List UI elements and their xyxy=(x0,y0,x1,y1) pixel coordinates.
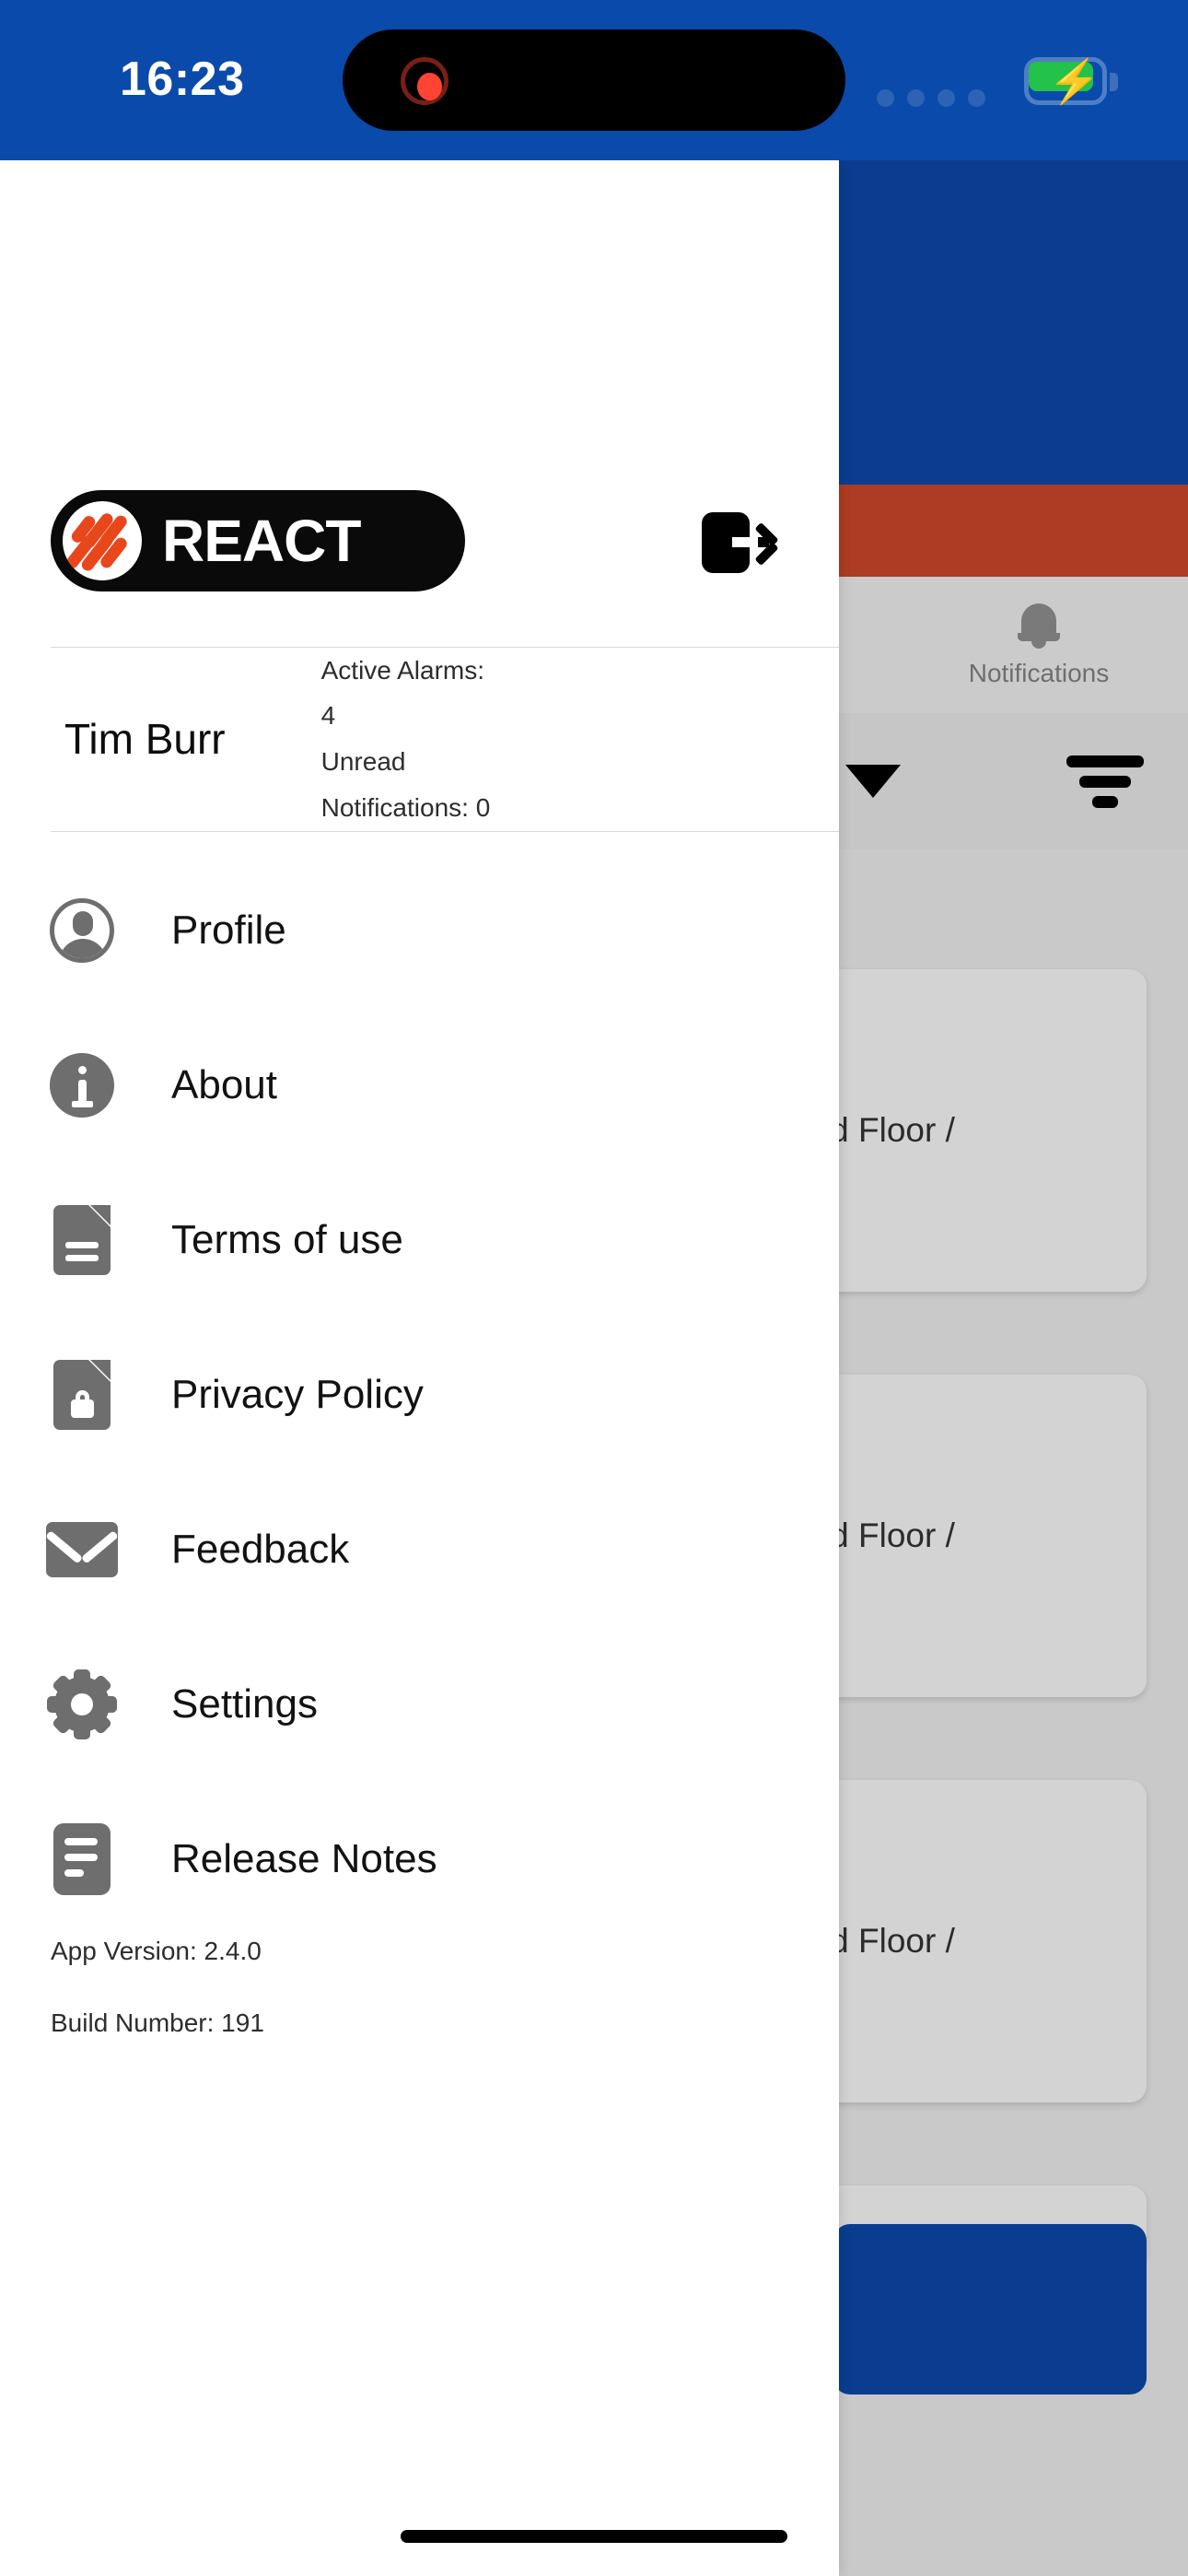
bell-icon xyxy=(1018,602,1060,650)
user-stats: Active Alarms: 4 Unread Notifications: 0 xyxy=(321,648,491,830)
status-bar-time: 16:23 xyxy=(120,53,245,106)
menu-item-label: Terms of use xyxy=(171,1217,403,1262)
filter-icon[interactable] xyxy=(1066,755,1144,808)
unread-label: Unread xyxy=(320,747,406,776)
accent-card[interactable] xyxy=(833,2224,1147,2395)
menu-item-feedback[interactable]: Feedback xyxy=(0,1472,839,1627)
divider xyxy=(51,831,839,832)
build-number-text: Build Number: 191 xyxy=(51,2008,264,2037)
menu-item-profile[interactable]: Profile xyxy=(0,853,839,1008)
logout-button[interactable] xyxy=(702,512,779,573)
notes-icon xyxy=(53,1823,111,1895)
active-alarms-label: Active Alarms: xyxy=(320,655,485,685)
menu-item-label: Settings xyxy=(171,1681,318,1727)
tab-notifications-label: Notifications xyxy=(968,659,1110,687)
version-info: App Version: 2.4.0 Build Number: 191 xyxy=(51,1937,264,2080)
signal-dots-icon xyxy=(877,89,985,107)
react-logo: REACT xyxy=(51,490,465,591)
navigation-drawer: REACT Tim Burr Active Alarms: 4 Unread N… xyxy=(0,160,839,2576)
dynamic-island xyxy=(343,29,845,131)
chevron-down-icon[interactable] xyxy=(845,765,901,798)
menu-item-label: Profile xyxy=(171,907,286,953)
drawer-menu: Profile About Terms of use Privacy Polic… xyxy=(0,853,839,1937)
tab-notifications[interactable]: Notifications xyxy=(901,602,1177,688)
app-version-text: App Version: 2.4.0 xyxy=(51,1937,262,1965)
menu-item-about[interactable]: About xyxy=(0,1008,839,1163)
menu-item-release-notes[interactable]: Release Notes xyxy=(0,1782,839,1937)
react-logo-mark-icon xyxy=(63,501,142,580)
menu-item-label: Privacy Policy xyxy=(171,1372,424,1417)
menu-item-settings[interactable]: Settings xyxy=(0,1627,839,1782)
user-name: Tim Burr xyxy=(64,715,226,763)
menu-item-privacy-policy[interactable]: Privacy Policy xyxy=(0,1317,839,1472)
info-circle-icon xyxy=(50,1053,114,1118)
active-alarms-count: 4 xyxy=(320,701,336,731)
status-bar: 16:23 ⚡ xyxy=(0,0,1188,160)
gear-icon xyxy=(47,1669,117,1739)
user-info-row: Tim Burr Active Alarms: 4 Unread Notific… xyxy=(0,647,839,831)
document-lock-icon xyxy=(53,1360,111,1430)
react-logo-wordmark: REACT xyxy=(162,508,361,574)
battery-charging-icon: ⚡ xyxy=(1024,57,1118,105)
person-circle-icon xyxy=(50,898,114,963)
home-indicator[interactable] xyxy=(401,2530,787,2543)
menu-item-label: Feedback xyxy=(171,1527,350,1572)
envelope-icon xyxy=(46,1522,118,1577)
document-icon xyxy=(53,1205,111,1275)
unread-notifications-count: Notifications: 0 xyxy=(320,792,491,822)
menu-item-terms-of-use[interactable]: Terms of use xyxy=(0,1163,839,1317)
menu-item-label: About xyxy=(171,1062,277,1107)
record-dot-icon xyxy=(401,57,448,105)
menu-item-label: Release Notes xyxy=(171,1836,437,1881)
phone-screen: 47 % Notifications und Floor / und Floor… xyxy=(0,0,1188,2576)
